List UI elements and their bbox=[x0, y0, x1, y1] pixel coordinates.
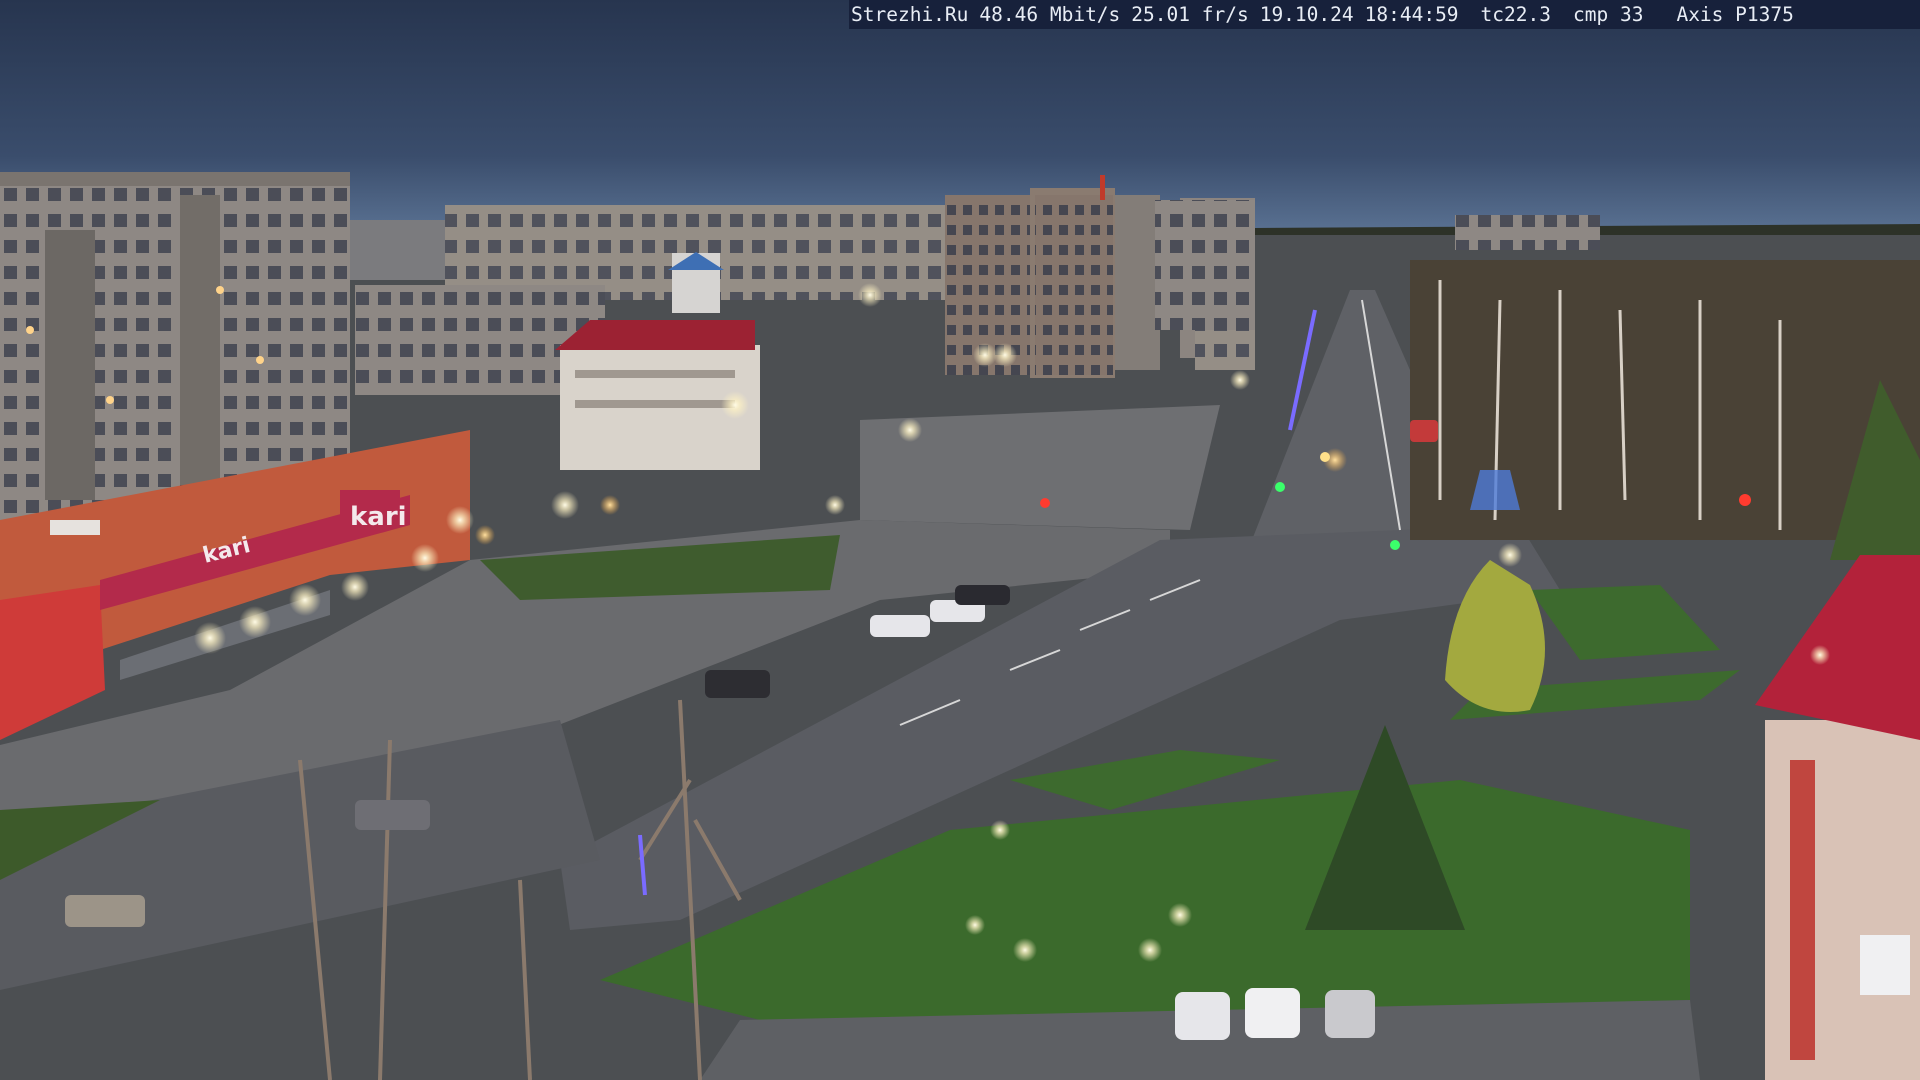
osd-site: Strezhi.Ru bbox=[851, 3, 969, 26]
webcam-scene: kari kari bbox=[0, 0, 1920, 1080]
osd-cmp: cmp 33 bbox=[1573, 3, 1644, 26]
osd-tc: tc22.3 bbox=[1480, 3, 1551, 26]
store-logo: kari bbox=[350, 502, 407, 532]
osd-framerate: 25.01 fr/s bbox=[1131, 3, 1249, 26]
camera-osd-overlay: Strezhi.Ru 48.46 Mbit/s 25.01 fr/s 19.10.24… bbox=[849, 0, 1920, 29]
osd-camera-model: Axis P1375 bbox=[1676, 3, 1794, 26]
osd-date: 19.10.24 bbox=[1259, 3, 1354, 26]
osd-time: 18:44:59 bbox=[1364, 3, 1459, 26]
osd-bitrate: 48.46 Mbit/s bbox=[979, 3, 1121, 26]
